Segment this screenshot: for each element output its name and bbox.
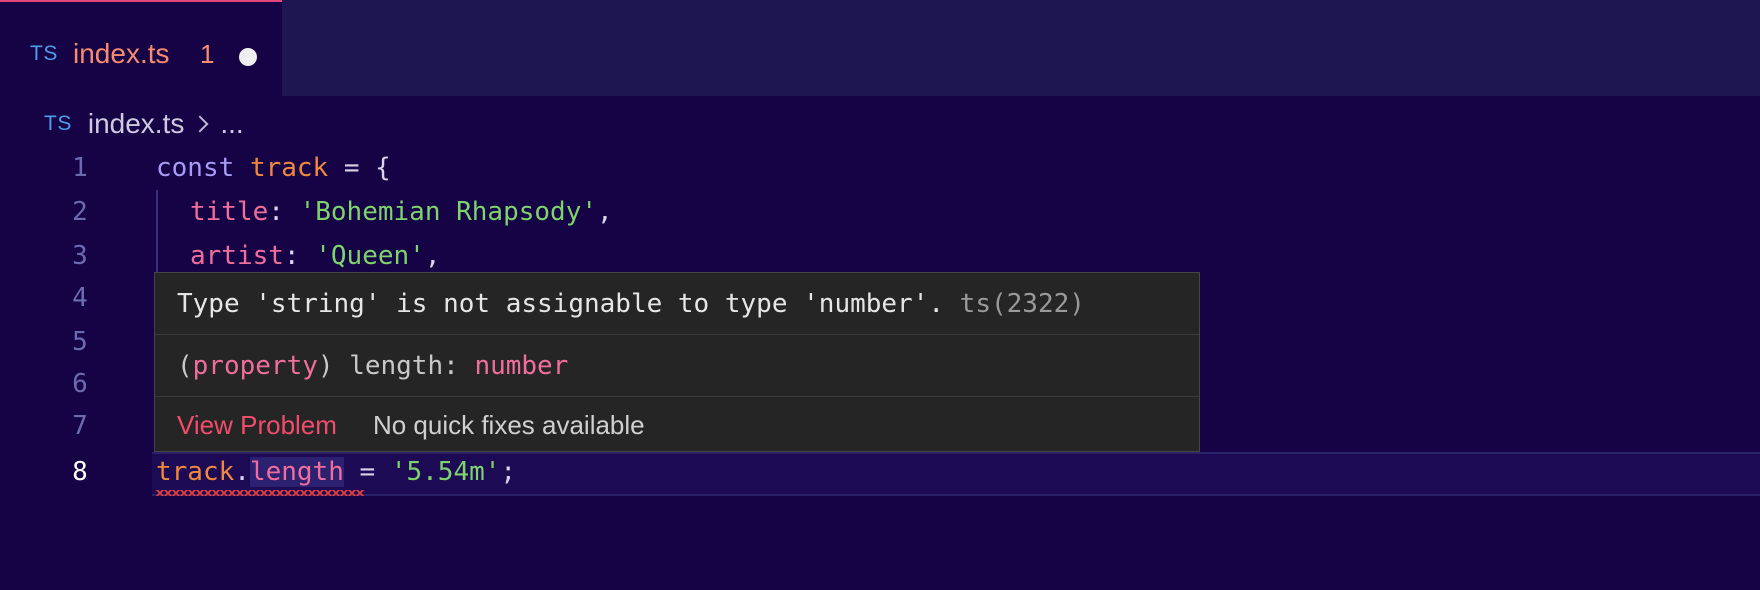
- hover-signature: (property) length: number: [155, 335, 1199, 397]
- punctuation-token: = {: [328, 153, 391, 183]
- line-number-current: 8: [72, 457, 88, 487]
- line-number: 3: [72, 241, 88, 271]
- line-number: 7: [72, 411, 88, 441]
- tab-index-ts[interactable]: TS index.ts 1: [0, 0, 282, 96]
- error-code: ts(2322): [959, 289, 1085, 319]
- indent-guide: [156, 190, 158, 274]
- punctuation-token: =: [343, 457, 391, 487]
- breadcrumb-file[interactable]: index.ts: [88, 108, 185, 140]
- chevron-right-icon: [191, 115, 209, 133]
- no-quick-fixes-label: No quick fixes available: [372, 410, 645, 440]
- breadcrumb: TS index.ts ...: [44, 106, 244, 142]
- string-token: '5.54m': [390, 457, 501, 487]
- error-squiggle[interactable]: [156, 490, 364, 496]
- line-number: 5: [72, 327, 88, 357]
- punctuation-token: :: [283, 241, 316, 271]
- sig-name: ) length:: [317, 351, 475, 381]
- hover-tooltip: Type 'string' is not assignable to type …: [154, 272, 1200, 452]
- variable-token: track: [249, 153, 329, 183]
- view-problem-link[interactable]: View Problem: [177, 410, 337, 440]
- tab-label: index.ts: [73, 38, 170, 69]
- string-token: 'Bohemian Rhapsody': [299, 197, 598, 227]
- code-line-2[interactable]: title: 'Bohemian Rhapsody',: [190, 190, 613, 234]
- line-number: 1: [72, 153, 88, 183]
- line-number: 6: [72, 369, 88, 399]
- code-line-1[interactable]: const track = {: [156, 146, 391, 190]
- property-token: title: [190, 197, 269, 227]
- code-line-8[interactable]: track.length = '5.54m';: [156, 450, 516, 494]
- line-number: 4: [72, 283, 88, 313]
- string-token: 'Queen': [315, 241, 425, 271]
- member-token-highlighted: length: [249, 457, 344, 487]
- typescript-icon: TS: [30, 42, 58, 65]
- sig-open: (: [177, 351, 193, 381]
- hover-error-message: Type 'string' is not assignable to type …: [155, 273, 1199, 335]
- hover-actions: View Problem No quick fixes available: [155, 397, 1199, 453]
- error-text: Type 'string' is not assignable to type …: [177, 289, 945, 319]
- variable-token: track: [156, 457, 235, 487]
- keyword-token: const: [156, 153, 235, 183]
- sig-kind: property: [192, 351, 318, 381]
- unsaved-dot-icon[interactable]: [239, 48, 257, 66]
- typescript-icon: TS: [44, 112, 72, 135]
- line-number: 2: [72, 197, 88, 227]
- punctuation-token: ;: [500, 457, 517, 487]
- breadcrumb-symbols[interactable]: ...: [220, 108, 243, 140]
- sig-type: number: [474, 351, 569, 381]
- punctuation-token: ,: [424, 241, 441, 271]
- tab-problem-count: 1: [200, 39, 215, 69]
- punctuation-token: ,: [597, 197, 613, 227]
- property-token: artist: [190, 241, 284, 271]
- tab-bar: TS index.ts 1: [0, 0, 1760, 96]
- punctuation-token: .: [234, 457, 250, 487]
- punctuation-token: :: [268, 197, 300, 227]
